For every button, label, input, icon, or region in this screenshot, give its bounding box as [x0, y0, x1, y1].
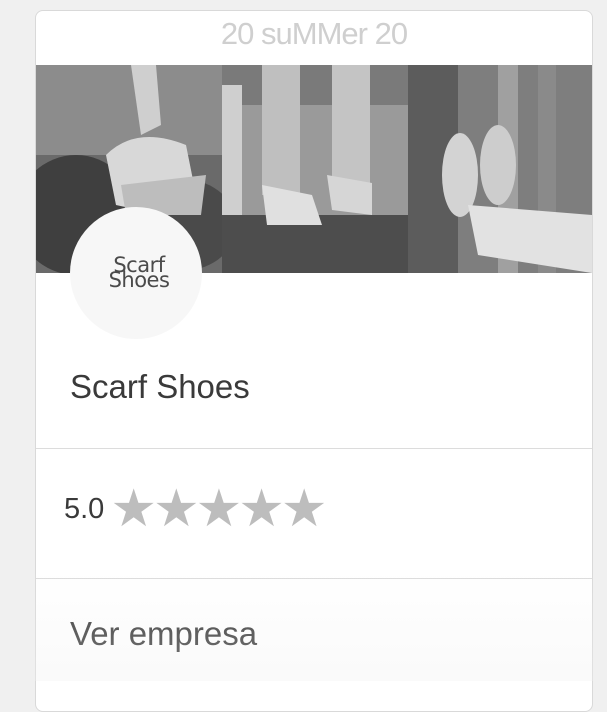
- company-card: 20 suMMer 20 Scarf Shoes Scarf Shoes 5.0…: [35, 10, 593, 712]
- banner-title: 20 suMMer 20: [220, 16, 408, 51]
- company-name: Scarf Shoes: [70, 368, 250, 405]
- divider: [36, 578, 592, 579]
- rating-stars: ★ ★ ★ ★ ★: [110, 479, 327, 539]
- company-logo: Scarf Shoes: [70, 207, 202, 339]
- divider: [36, 448, 592, 449]
- star-icon: ★: [152, 479, 200, 539]
- view-company-link[interactable]: Ver empresa: [70, 615, 257, 653]
- rating: 5.0 ★ ★ ★ ★ ★: [64, 479, 327, 539]
- rating-value: 5.0: [64, 492, 105, 525]
- star-icon: ★: [280, 479, 328, 539]
- cover-photo-sandals: [408, 65, 592, 273]
- star-icon: ★: [195, 479, 243, 539]
- logo-line-2: Shoes: [108, 268, 170, 292]
- star-icon: ★: [110, 479, 157, 539]
- cover-photo-feet: [222, 65, 408, 273]
- star-icon: ★: [238, 479, 285, 539]
